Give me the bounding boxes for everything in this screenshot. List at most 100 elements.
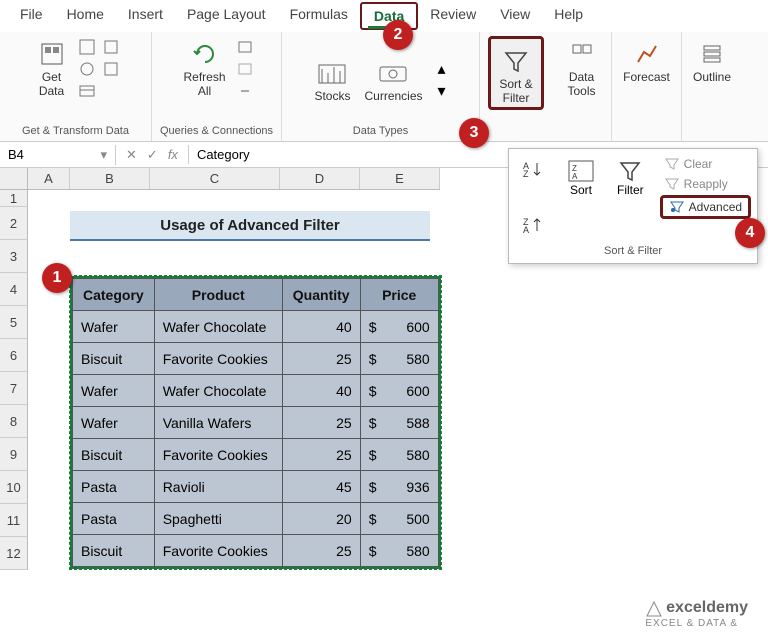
fx-icon[interactable]: fx — [168, 147, 178, 163]
row-header[interactable]: 4 — [0, 273, 28, 306]
from-table-button[interactable] — [76, 80, 98, 102]
row-header[interactable]: 9 — [0, 438, 28, 471]
sort-filter-dropdown: AZ ZA Sort Filter Clear Reapply Advanced — [508, 148, 758, 264]
callout-4: 4 — [735, 218, 765, 248]
clear-button[interactable]: Clear — [660, 155, 751, 173]
cancel-icon[interactable]: ✕ — [126, 147, 137, 163]
stocks-icon — [316, 57, 348, 89]
row-header[interactable]: 3 — [0, 240, 28, 273]
tab-file[interactable]: File — [8, 2, 55, 30]
row-header[interactable]: 11 — [0, 504, 28, 537]
data-types-down[interactable]: ▾ — [431, 80, 453, 102]
svg-text:A: A — [572, 172, 578, 181]
row-header[interactable]: 6 — [0, 339, 28, 372]
currencies-icon — [378, 57, 410, 89]
sheet-title: Usage of Advanced Filter — [70, 211, 430, 241]
table-row[interactable]: BiscuitFavorite Cookies25$580 — [73, 439, 439, 471]
data-tools-button[interactable]: Data Tools — [560, 36, 604, 100]
sort-label: Sort — [570, 183, 592, 197]
table-row[interactable]: WaferWafer Chocolate40$600 — [73, 375, 439, 407]
tab-page-layout[interactable]: Page Layout — [175, 2, 278, 30]
queries-small-buttons — [234, 36, 256, 102]
enter-icon[interactable]: ✓ — [147, 147, 158, 163]
row-header[interactable]: 10 — [0, 471, 28, 504]
get-data-button[interactable]: Get Data — [30, 36, 74, 100]
sort-button[interactable]: ZA Sort — [561, 155, 601, 201]
dropdown-footer: Sort & Filter — [515, 239, 751, 257]
tab-insert[interactable]: Insert — [116, 2, 175, 30]
data-types-up[interactable]: ▴ — [431, 58, 453, 80]
sort-asc-button[interactable]: AZ — [515, 155, 551, 183]
forecast-button[interactable]: Forecast — [617, 36, 676, 86]
row-header[interactable]: 5 — [0, 306, 28, 339]
tab-help[interactable]: Help — [542, 2, 595, 30]
chevron-down-icon: ▾ — [100, 147, 107, 163]
from-web-button[interactable] — [76, 58, 98, 80]
recent-sources-button[interactable] — [100, 36, 122, 58]
table-row[interactable]: PastaRavioli45$936 — [73, 471, 439, 503]
sort-za-icon: ZA — [567, 159, 595, 183]
forecast-label: Forecast — [623, 70, 670, 84]
row-header[interactable]: 1 — [0, 190, 28, 207]
svg-text:Z: Z — [523, 169, 529, 179]
reapply-icon — [664, 177, 680, 191]
refresh-all-button[interactable]: Refresh All — [177, 36, 231, 100]
tab-view[interactable]: View — [488, 2, 542, 30]
properties-button[interactable] — [234, 58, 256, 80]
name-box[interactable]: B4 ▾ — [0, 145, 116, 165]
currencies-button[interactable]: Currencies — [358, 55, 428, 105]
table-row[interactable]: BiscuitFavorite Cookies25$580 — [73, 535, 439, 567]
tab-home[interactable]: Home — [55, 2, 116, 30]
table-row[interactable]: WaferWafer Chocolate40$600 — [73, 311, 439, 343]
queries-connections-button[interactable] — [234, 36, 256, 58]
header-product: Product — [154, 279, 282, 311]
refresh-all-label: Refresh All — [183, 70, 225, 98]
table-row[interactable]: WaferVanilla Wafers25$588 — [73, 407, 439, 439]
row-header[interactable]: 12 — [0, 537, 28, 570]
svg-text:A: A — [523, 225, 529, 235]
col-header-b[interactable]: B — [70, 168, 150, 190]
from-text-button[interactable] — [76, 36, 98, 58]
col-header-c[interactable]: C — [150, 168, 280, 190]
callout-2: 2 — [383, 20, 413, 50]
ribbon: Get Data Get & Transform Data Refresh Al… — [0, 32, 768, 142]
edit-links-button[interactable] — [234, 80, 256, 102]
col-header-e[interactable]: E — [360, 168, 440, 190]
header-quantity: Quantity — [282, 279, 360, 311]
row-headers: 1 2 3 4 5 6 7 8 9 10 11 12 — [0, 190, 28, 570]
filter-button[interactable]: Filter — [611, 155, 650, 201]
tab-formulas[interactable]: Formulas — [278, 2, 360, 30]
callout-3: 3 — [459, 118, 489, 148]
row-header[interactable]: 7 — [0, 372, 28, 405]
filter-label: Filter — [617, 183, 644, 197]
watermark-icon — [645, 600, 663, 618]
advanced-button[interactable]: Advanced — [660, 195, 751, 219]
get-data-label: Get Data — [39, 70, 64, 98]
table-row[interactable]: BiscuitFavorite Cookies25$580 — [73, 343, 439, 375]
col-header-a[interactable]: A — [28, 168, 70, 190]
sort-za-small-icon: ZA — [521, 215, 545, 235]
stocks-button[interactable]: Stocks — [308, 55, 356, 105]
group-queries: Queries & Connections — [160, 123, 273, 141]
currencies-label: Currencies — [364, 89, 422, 103]
watermark: exceldemy EXCEL & DATA & — [645, 599, 748, 629]
existing-connections-button[interactable] — [100, 58, 122, 80]
select-all-corner[interactable] — [0, 168, 28, 190]
sort-desc-button[interactable]: ZA — [515, 215, 551, 239]
funnel-icon — [500, 45, 532, 77]
outline-button[interactable]: Outline — [687, 36, 737, 86]
sort-filter-label: Sort & Filter — [499, 77, 532, 105]
database-icon — [36, 38, 68, 70]
table-row[interactable]: PastaSpaghetti20$500 — [73, 503, 439, 535]
outline-icon — [696, 38, 728, 70]
refresh-icon — [189, 38, 221, 70]
group-get-transform: Get & Transform Data — [22, 123, 129, 141]
row-header[interactable]: 8 — [0, 405, 28, 438]
reapply-button[interactable]: Reapply — [660, 175, 751, 193]
tab-review[interactable]: Review — [418, 2, 488, 30]
sort-filter-button[interactable]: Sort & Filter — [488, 36, 543, 110]
forecast-icon — [631, 38, 663, 70]
col-header-d[interactable]: D — [280, 168, 360, 190]
data-table: Category Product Quantity Price WaferWaf… — [70, 276, 441, 569]
row-header[interactable]: 2 — [0, 207, 28, 240]
